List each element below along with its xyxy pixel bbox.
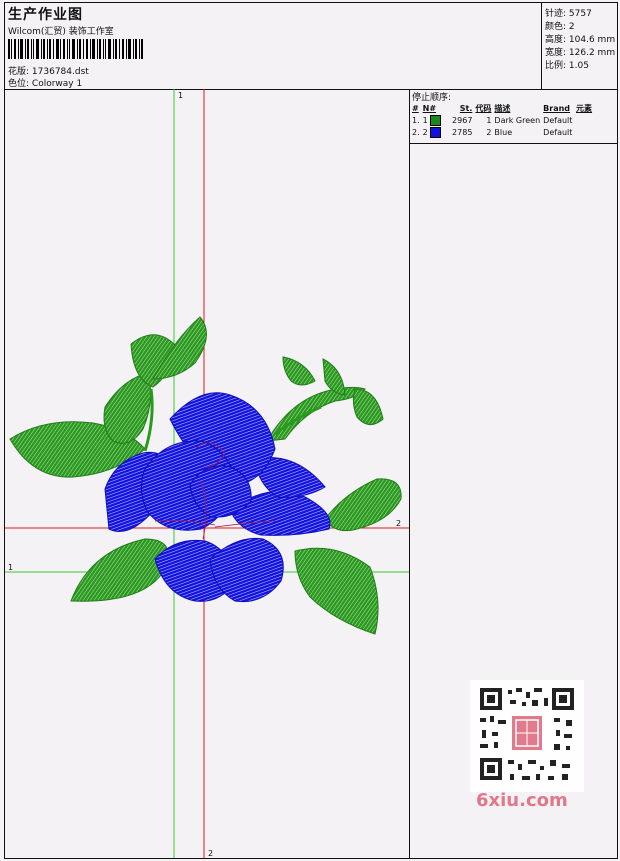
stat-colors: 颜色: 2 [545,22,575,32]
col-n: N# [422,103,437,113]
stat-height: 高度: 104.6 mm [545,35,616,45]
stop-table-header: # N# St. 代码 描述 Brand 元素 [412,102,595,114]
table-row: 2. 2 2785 2 Blue Default [412,126,573,138]
company-name: Wilcom(汇贸) 装饰工作室 [8,27,114,37]
col-brand: Brand [543,103,571,113]
colorway-value: Colorway 1 [31,79,83,89]
stop-sequence-panel: 停止顺序: # N# St. 代码 描述 Brand 元素 1. 1 2967 [410,89,617,144]
color-swatch-blue [430,126,442,138]
guide-label-top: 1 [178,91,183,100]
color-swatch-green [430,114,442,126]
col-st: St. [459,103,473,113]
col-desc: 描述 [494,103,511,113]
col-code: 代码 [475,103,492,113]
stat-width: 宽度: 126.2 mm [545,48,616,58]
design-canvas: 1 1 2 2 [5,89,410,858]
header: 生产作业图 Wilcom(汇贸) 装饰工作室 花版: 1736784.dst 色… [5,3,617,90]
guide-label-right: 2 [396,519,401,528]
guide-label-bottom: 2 [208,849,213,858]
stats-box: 针迹: 5757 颜色: 2 高度: 104.6 mm 宽度: 126.2 mm… [541,3,618,89]
stop-sequence-table: # N# St. 代码 描述 Brand 元素 1. 1 2967 1 Dark… [412,102,595,138]
col-num: # [412,103,419,113]
barcode-image [8,39,143,59]
page-title: 生产作业图 [8,7,83,23]
watermark-text: 6xiu.com [476,790,568,811]
stat-scale: 比例: 1.05 [545,61,589,71]
table-row: 1. 1 2967 1 Dark Green Default [412,114,573,126]
col-element: 元素 [576,103,593,113]
colorway-label: 色位: [8,79,30,89]
colorway-info: 色位: Colorway 1 [8,76,82,89]
stat-stitches: 针迹: 5757 [545,9,592,19]
guide-label-left: 1 [8,563,13,572]
embroidery-design: 1 1 2 2 [5,89,409,858]
